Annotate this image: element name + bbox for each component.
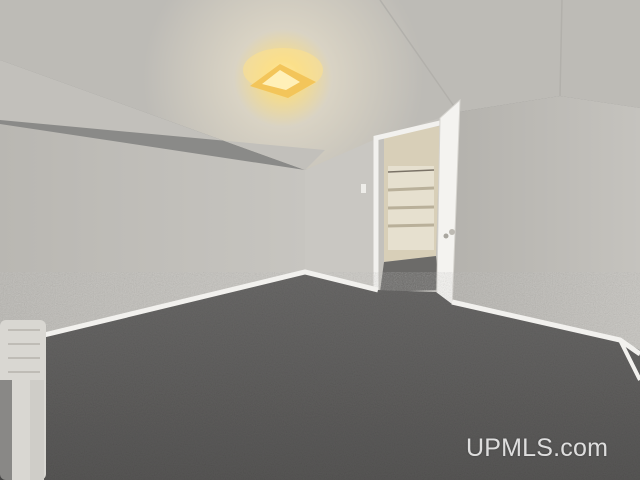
closet-shelf <box>387 223 435 228</box>
door-knob <box>449 229 455 235</box>
door-knob <box>443 233 449 239</box>
light-switch <box>361 184 366 193</box>
watermark-text: UPMLS.com <box>466 434 609 462</box>
closet-shelf <box>387 205 435 210</box>
closet-shelf <box>387 186 435 192</box>
room-illustration <box>0 0 640 480</box>
radiator <box>0 320 46 480</box>
photo-scene: UPMLS.com <box>0 0 640 480</box>
